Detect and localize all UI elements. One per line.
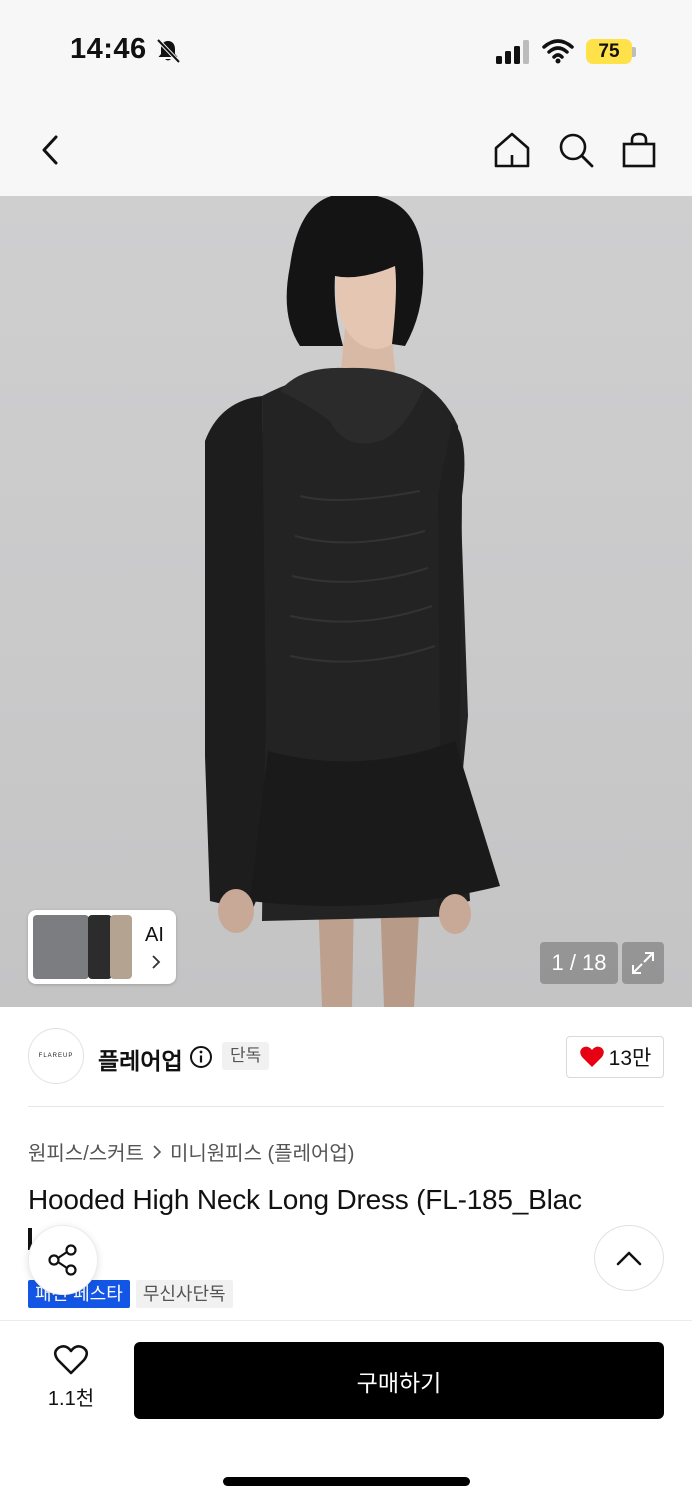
wishlist-count: 1.1천 [47,1388,95,1410]
image-counter: 1 / 18 [540,942,618,984]
thumbnail-image [33,915,89,979]
status-time: 14:46 [70,33,147,65]
scroll-to-top-button[interactable] [594,1225,664,1291]
product-image[interactable] [0,196,692,1007]
chevron-right-icon [152,955,161,969]
home-button[interactable] [492,128,532,172]
share-button[interactable] [28,1225,98,1295]
wishlist-button[interactable]: 1.1천 [36,1344,106,1420]
model-photo [205,196,500,1007]
share-icon [48,1244,77,1276]
chevron-right-icon [153,1144,162,1159]
chevron-up-icon [616,1251,642,1266]
brand-logo[interactable]: FLAREUP [28,1028,84,1084]
battery-level: 75 [598,41,620,62]
expand-icon [632,952,654,974]
battery-indicator: 75 [586,39,632,64]
product-title: Hooded High Neck Long Dress (FL-185_Blac [28,1184,582,1215]
search-button[interactable] [556,128,596,172]
ai-label: AI [145,924,164,946]
brand-exclusive-tag: 단독 [222,1042,270,1070]
status-bar: 14:46 75 [0,0,692,100]
cellular-signal-icon [496,40,529,64]
brand-row: FLAREUP 플레어업 단독 13만 [28,1028,664,1086]
heart-filled-icon [579,1046,604,1067]
heart-outline-icon [53,1345,89,1375]
info-icon[interactable] [189,1045,213,1069]
back-button[interactable] [30,128,70,172]
exclusive-badge: 무신사단독 [135,1280,233,1308]
thumbnail-image [110,915,132,979]
divider [28,1106,664,1107]
battery-tip [632,47,636,57]
home-icon [494,132,530,168]
brand-name[interactable]: 플레어업 [98,1042,183,1076]
chevron-left-icon [42,135,58,165]
expand-button[interactable] [622,942,664,984]
home-indicator [223,1477,470,1486]
search-icon [559,133,594,168]
brand-like-count: 13만 [608,1047,652,1070]
thumbnail-image [88,915,112,979]
buy-button[interactable]: 구매하기 [134,1342,664,1419]
bell-off-icon [156,38,181,64]
shopping-bag-icon [622,132,656,168]
ai-thumbnail-strip[interactable]: AI [28,910,176,984]
breadcrumb-category[interactable]: 원피스/스커트 [28,1137,144,1166]
breadcrumb-subcategory[interactable]: 미니원피스 (플레어업) [170,1137,354,1166]
cart-button[interactable] [619,128,659,172]
brand-like-button[interactable]: 13만 [566,1036,664,1078]
brand-logo-text: FLAREUP [38,1053,74,1059]
wifi-icon [542,39,574,64]
breadcrumb: 원피스/스커트 미니원피스 (플레어업) [28,1137,354,1166]
